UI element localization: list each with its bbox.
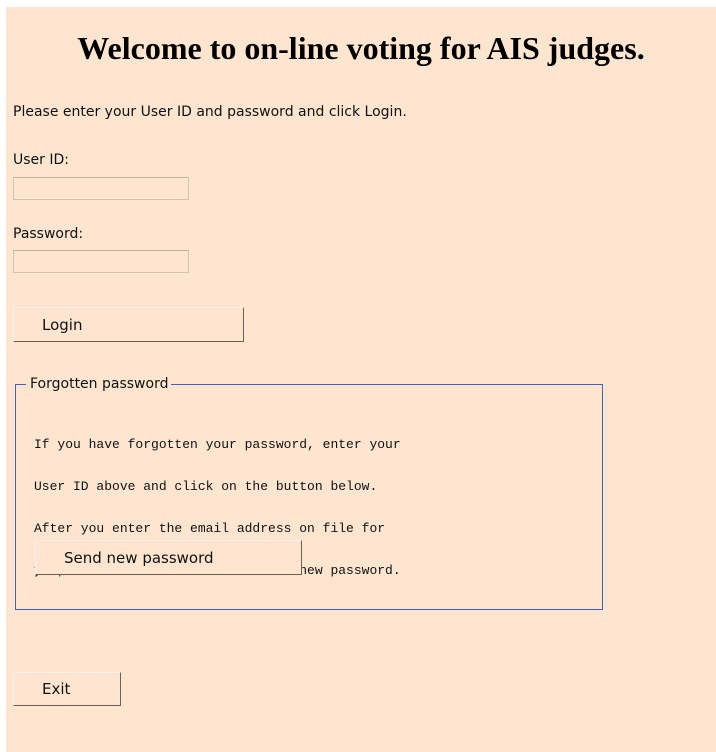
password-input[interactable] <box>13 250 189 273</box>
login-button[interactable]: Login <box>13 307 244 342</box>
instruction-line: After you enter the email address on fil… <box>34 521 386 536</box>
login-page: Welcome to on-line voting for AIS judges… <box>6 7 716 752</box>
user-id-input[interactable] <box>13 177 189 200</box>
user-id-label: User ID: <box>13 152 69 168</box>
password-label: Password: <box>13 226 84 242</box>
forgotten-password-instructions: If you have forgotten your password, ent… <box>34 410 401 606</box>
instruction-line: If you have forgotten your password, ent… <box>34 437 401 452</box>
forgotten-password-fieldset: Forgotten password If you have forgotten… <box>15 375 603 610</box>
exit-button[interactable]: Exit <box>13 672 121 706</box>
login-instructions: Please enter your User ID and password a… <box>13 104 407 120</box>
page-title: Welcome to on-line voting for AIS judges… <box>77 30 645 66</box>
instruction-line: User ID above and click on the button be… <box>34 479 378 494</box>
forgotten-password-legend: Forgotten password <box>26 375 172 393</box>
send-new-password-button[interactable]: Send new password <box>35 540 302 575</box>
